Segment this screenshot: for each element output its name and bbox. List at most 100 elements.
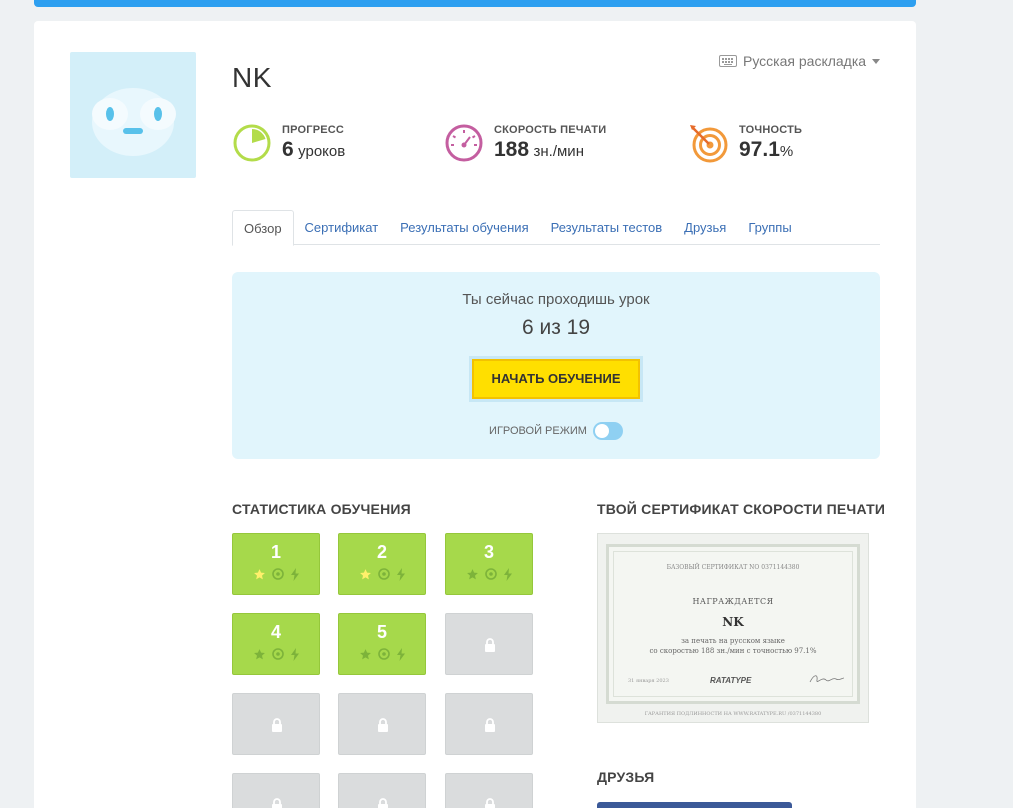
- lesson-number: 5: [376, 622, 387, 642]
- tab-groups[interactable]: Группы: [737, 210, 802, 245]
- certificate-footer: ГАРАНТИЯ ПОДЛИННОСТИ НА WWW.RATATYPE.RU …: [644, 711, 822, 717]
- lesson-tile[interactable]: 5: [338, 613, 426, 675]
- lesson-number: 3: [483, 542, 494, 562]
- speed-bolt-icon: [396, 648, 405, 661]
- tab-certificate[interactable]: Сертификат: [294, 210, 390, 245]
- progress-label: ПРОГРЕСС: [282, 124, 345, 136]
- speed-bolt-icon: [290, 648, 299, 661]
- signature-icon: [809, 675, 845, 683]
- lesson-lock: [271, 718, 283, 737]
- current-lesson-number: 6 из 19: [521, 316, 591, 339]
- lesson-number: 2: [376, 542, 387, 562]
- current-lesson-prompt: Ты сейчас проходишь урок: [462, 291, 650, 308]
- keyboard-layout-dropdown[interactable]: Русская раскладка: [719, 53, 881, 69]
- tab-test-results[interactable]: Результаты тестов: [540, 210, 674, 245]
- star-icon: [466, 569, 478, 580]
- accuracy-target-icon: [377, 568, 390, 580]
- lesson-lock: [377, 798, 389, 808]
- target-icon: [690, 125, 728, 163]
- top-accent-bar: [34, 0, 916, 7]
- lesson-achievement-icons: [446, 568, 532, 581]
- speed-label: СКОРОСТЬ ПЕЧАТИ: [494, 124, 607, 136]
- speed-bolt-icon: [290, 568, 299, 581]
- training-stats-title: СТАТИСТИКА ОБУЧЕНИЯ: [232, 501, 411, 517]
- speed-unit: зн./мин: [533, 143, 584, 160]
- certificate-line2: со скоростью 188 зн./мин с точностью 97.…: [649, 647, 817, 655]
- lock-icon: [485, 718, 495, 732]
- ratatype-logo: RATATYPE: [710, 676, 752, 685]
- lesson-tile[interactable]: 3: [445, 533, 533, 595]
- certificate-heading: БАЗОВЫЙ СЕРТИФИКАТ NO 0371144380: [666, 564, 800, 571]
- game-mode-row: ИГРОВОЙ РЕЖИМ: [232, 422, 880, 440]
- accuracy-target-icon: [377, 648, 390, 660]
- keyboard-layout-label: Русская раскладка: [743, 53, 867, 69]
- accuracy-label: ТОЧНОСТЬ: [739, 124, 803, 136]
- lesson-tile: [232, 693, 320, 755]
- star-icon: [359, 569, 371, 580]
- lock-icon: [378, 798, 388, 808]
- lesson-tile[interactable]: 4: [232, 613, 320, 675]
- certificate-line1: за печать на русском языке: [681, 637, 785, 645]
- user-name: NK: [232, 62, 272, 93]
- lesson-lock: [484, 638, 496, 657]
- lesson-achievement-icons: [233, 648, 319, 661]
- accuracy-target-icon: [271, 568, 284, 580]
- certificate-awarded: НАГРАЖДАЕТСЯ: [692, 597, 774, 606]
- speed-bolt-icon: [396, 568, 405, 581]
- lesson-lock: [484, 798, 496, 808]
- facebook-friends-button[interactable]: [597, 802, 792, 808]
- caret-down-icon: [872, 58, 881, 64]
- lesson-tile: [445, 613, 533, 675]
- speed-bolt-icon: [503, 568, 512, 581]
- tab-overview[interactable]: Обзор: [232, 210, 294, 246]
- stat-accuracy: ТОЧНОСТЬ 97.1%: [689, 123, 802, 163]
- lesson-tile: [232, 773, 320, 808]
- accuracy-target-icon: [484, 568, 497, 580]
- tab-friends[interactable]: Друзья: [673, 210, 737, 245]
- lesson-achievement-icons: [233, 568, 319, 581]
- star-icon: [253, 649, 265, 660]
- game-mode-toggle[interactable]: [592, 422, 623, 440]
- star-icon: [253, 569, 265, 580]
- start-training-button[interactable]: НАЧАТЬ ОБУЧЕНИЕ: [472, 359, 640, 399]
- progress-pie-icon: [233, 124, 271, 162]
- progress-unit: уроков: [298, 143, 346, 160]
- lesson-lock: [484, 718, 496, 737]
- friends-title: ДРУЗЬЯ: [597, 769, 655, 785]
- lock-icon: [485, 638, 495, 652]
- toggle-knob: [594, 424, 609, 438]
- lesson-number: 4: [270, 622, 281, 642]
- lesson-tile: [338, 693, 426, 755]
- speedometer-icon: [445, 124, 483, 162]
- certificate-title: ТВОЙ СЕРТИФИКАТ СКОРОСТИ ПЕЧАТИ: [597, 501, 886, 517]
- lesson-achievement-icons: [339, 648, 425, 661]
- game-mode-label: ИГРОВОЙ РЕЖИМ: [489, 425, 587, 437]
- keyboard-icon: [719, 55, 737, 67]
- lock-icon: [272, 798, 282, 808]
- accuracy-target-icon: [271, 648, 284, 660]
- lesson-tile[interactable]: 2: [338, 533, 426, 595]
- profile-tabs: Обзор Сертификат Результаты обучения Рез…: [232, 210, 880, 246]
- star-icon: [359, 649, 371, 660]
- certificate-preview[interactable]: БАЗОВЫЙ СЕРТИФИКАТ NO 0371144380 НАГРАЖД…: [597, 533, 869, 723]
- current-lesson-panel: Ты сейчас проходишь урок 6 из 19 НАЧАТЬ …: [232, 272, 880, 459]
- speed-value: 188: [494, 138, 530, 161]
- lesson-achievement-icons: [339, 568, 425, 581]
- lock-icon: [378, 718, 388, 732]
- lesson-tile: [445, 693, 533, 755]
- lesson-tile: [338, 773, 426, 808]
- stat-progress: ПРОГРЕСС 6 уроков: [232, 123, 345, 163]
- lock-icon: [272, 718, 282, 732]
- avatar-face-icon: [92, 88, 176, 156]
- lesson-lock: [377, 718, 389, 737]
- lesson-number: 1: [270, 542, 281, 562]
- tab-training-results[interactable]: Результаты обучения: [389, 210, 539, 245]
- lesson-lock: [271, 798, 283, 808]
- avatar: [70, 52, 196, 178]
- accuracy-unit: %: [779, 143, 794, 160]
- progress-value: 6: [282, 138, 294, 161]
- certificate-name: NK: [722, 615, 744, 629]
- stat-speed: СКОРОСТЬ ПЕЧАТИ 188 зн./мин: [444, 123, 606, 163]
- lesson-tile[interactable]: 1: [232, 533, 320, 595]
- accuracy-value: 97.1: [739, 138, 780, 161]
